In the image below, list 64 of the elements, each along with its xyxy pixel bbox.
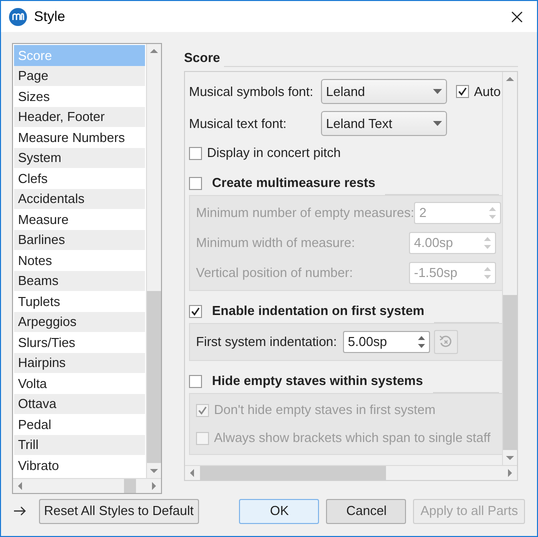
- reset-icon: [438, 335, 453, 349]
- font-dropdown[interactable]: Leland: [321, 79, 447, 104]
- checkbox[interactable]: [189, 374, 202, 388]
- section-title: Score: [183, 48, 222, 66]
- scrollbar-thumb[interactable]: [147, 291, 161, 463]
- horizontal-scrollbar[interactable]: [13, 478, 161, 493]
- spin-value: 4.00sp: [413, 234, 454, 252]
- checkbox[interactable]: [196, 404, 209, 416]
- checkbox-label: Always show brackets which span to single staff: [214, 429, 491, 448]
- dropdown-arrow-icon: [433, 121, 442, 126]
- field-label: Musical symbols font:: [189, 82, 314, 101]
- checkbox-label: Display in concert pitch: [207, 144, 341, 162]
- category-item[interactable]: Ottava: [14, 394, 145, 414]
- scrollbar-thumb[interactable]: [200, 466, 386, 480]
- category-item[interactable]: Arpeggios: [14, 312, 145, 332]
- field-label: Minimum width of measure:: [196, 234, 355, 252]
- checkbox[interactable]: [189, 146, 202, 160]
- category-item[interactable]: Hairpins: [14, 352, 145, 373]
- category-item[interactable]: System: [14, 148, 145, 168]
- spin-arrows-icon: [416, 334, 426, 350]
- category-item[interactable]: Accidentals: [14, 188, 145, 209]
- scrollbar-thumb[interactable]: [503, 295, 517, 450]
- group-title: Hide empty staves within systems: [212, 372, 423, 390]
- vertical-scrollbar[interactable]: [502, 72, 517, 465]
- window-title: Style: [34, 7, 66, 26]
- category-item[interactable]: Barlines: [14, 230, 145, 250]
- checkbox[interactable]: [189, 176, 202, 190]
- category-item[interactable]: Trill: [14, 434, 145, 455]
- category-item[interactable]: Beams: [14, 270, 145, 291]
- field-label: Vertical position of number:: [196, 264, 353, 282]
- reset-button[interactable]: [434, 330, 458, 354]
- spin-value: 5.00sp: [346, 333, 388, 352]
- field-label: First system indentation:: [196, 333, 337, 352]
- checkmark-icon: [191, 306, 200, 316]
- group-title: Enable indentation on first system: [212, 302, 424, 320]
- checkbox-label: Auto: [474, 82, 501, 101]
- field-label: Minimum number of empty measures:: [196, 204, 414, 222]
- field-label: Musical text font:: [189, 114, 288, 133]
- checkmark-icon: [458, 87, 467, 96]
- horizontal-scrollbar[interactable]: [185, 465, 517, 480]
- checkbox[interactable]: [189, 304, 202, 318]
- spin-arrows-icon: [483, 265, 492, 281]
- checkbox[interactable]: [456, 85, 469, 98]
- group-title: Create multimeasure rests: [212, 174, 376, 192]
- spin-arrows-icon: [483, 235, 492, 251]
- dropdown-arrow-icon: [433, 89, 442, 94]
- arrow-right-icon: [13, 505, 27, 517]
- app-logo-icon: [9, 8, 27, 26]
- vertical-scrollbar[interactable]: [146, 44, 161, 478]
- font-dropdown[interactable]: Leland Text: [321, 111, 447, 136]
- category-item[interactable]: Page: [14, 66, 145, 86]
- spin-arrows-icon: [488, 205, 498, 221]
- dialog-button[interactable]: OK: [239, 498, 320, 524]
- spin-value: 2: [418, 204, 428, 222]
- dialog-button[interactable]: Cancel: [326, 498, 406, 524]
- spin-box[interactable]: 5.00sp: [342, 331, 430, 353]
- category-item[interactable]: Header, Footer: [14, 106, 145, 127]
- close-icon[interactable]: [511, 10, 523, 22]
- checkbox[interactable]: [196, 432, 209, 444]
- checkmark-icon: [198, 406, 207, 414]
- reset-all-button[interactable]: Reset All Styles to Default: [39, 498, 199, 524]
- checkbox-label: Don't hide empty staves in first system: [214, 401, 436, 420]
- scrollbar-thumb[interactable]: [124, 479, 136, 493]
- spin-value: -1.50sp: [413, 264, 458, 282]
